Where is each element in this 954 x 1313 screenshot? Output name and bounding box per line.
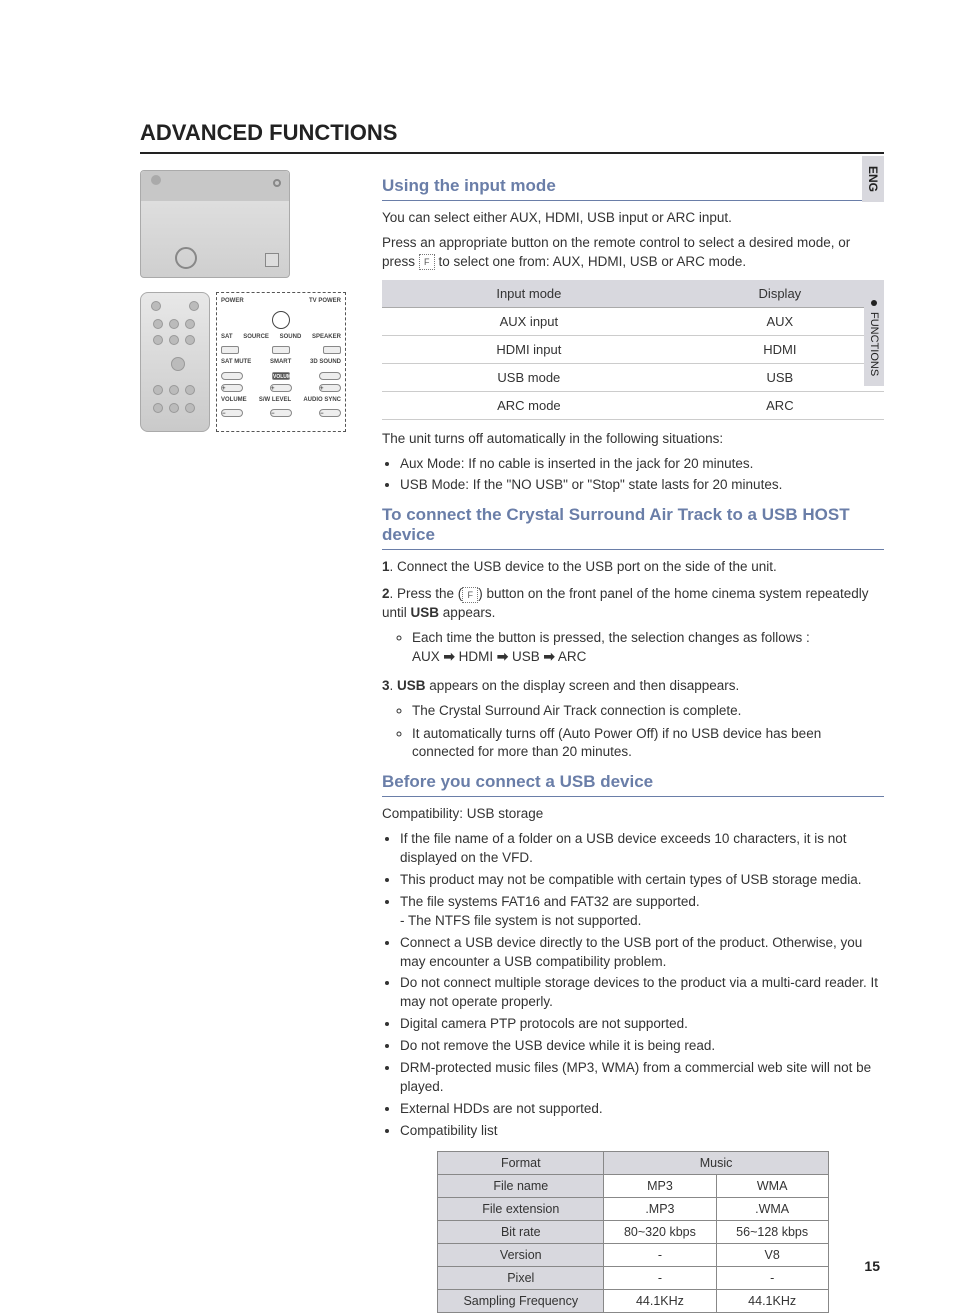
function-button-icon: F: [462, 587, 478, 603]
list-item: DRM-protected music files (MP3, WMA) fro…: [400, 1059, 884, 1097]
table-row: Bit rate80~320 kbps56~128 kbps: [438, 1220, 829, 1243]
table-row: Sampling Frequency44.1KHz44.1KHz: [438, 1289, 829, 1312]
page-title: ADVANCED FUNCTIONS: [140, 120, 884, 154]
list-item: It automatically turns off (Auto Power O…: [412, 725, 884, 763]
language-tab: ENG: [862, 156, 884, 202]
usb-host-steps: 1. Connect the USB device to the USB por…: [382, 558, 884, 762]
input-mode-para1: You can select either AUX, HDMI, USB inp…: [382, 209, 884, 228]
remote-label-swlevel: S/W LEVEL: [259, 396, 291, 406]
remote-label-power: POWER: [221, 297, 244, 307]
remote-label-tvpower: TV POWER: [309, 297, 341, 307]
soundbar-illustration: [140, 170, 290, 278]
remote-label-speaker: SPEAKER: [312, 333, 341, 343]
remote-label-audiosync: AUDIO SYNC: [303, 396, 341, 406]
step-2: 2. Press the (F) button on the front pan…: [382, 585, 884, 667]
compat-th-format: Format: [438, 1151, 604, 1174]
list-item: Digital camera PTP protocols are not sup…: [400, 1015, 884, 1034]
remote-label-satmute: SAT MUTE: [221, 358, 251, 368]
compat-th-music: Music: [604, 1151, 828, 1174]
table-row: USB modeUSB: [382, 363, 884, 391]
list-item: If the file name of a folder on a USB de…: [400, 830, 884, 868]
list-item: Each time the button is pressed, the sel…: [412, 629, 884, 667]
step-3: 3. USB appears on the display screen and…: [382, 677, 884, 763]
remote-label-source: SOURCE: [243, 333, 269, 343]
remote-label-volume: VOLUME: [221, 396, 247, 406]
table-row: Version-V8: [438, 1243, 829, 1266]
before-usb-list: If the file name of a folder on a USB de…: [382, 830, 884, 1140]
list-item: The Crystal Surround Air Track connectio…: [412, 702, 884, 721]
compatibility-table: Format Music File nameMP3WMA File extens…: [437, 1151, 829, 1313]
table-row: ARC modeARC: [382, 391, 884, 419]
input-mode-th-display: Display: [676, 280, 884, 308]
auto-off-list: Aux Mode: If no cable is inserted in the…: [382, 455, 884, 496]
list-item: Do not remove the USB device while it is…: [400, 1037, 884, 1056]
list-item: This product may not be compatible with …: [400, 871, 884, 890]
auto-off-intro: The unit turns off automatically in the …: [382, 430, 884, 449]
power-icon: [272, 311, 290, 329]
remote-label-3dsound: 3D SOUND: [310, 358, 341, 368]
page-number: 15: [864, 1258, 880, 1274]
compat-intro: Compatibility: USB storage: [382, 805, 884, 824]
heading-before-usb: Before you connect a USB device: [382, 772, 884, 797]
section-tab: FUNCTIONS: [864, 290, 884, 386]
input-mode-th-mode: Input mode: [382, 280, 676, 308]
list-item: The file systems FAT16 and FAT32 are sup…: [400, 893, 884, 931]
remote-label-sat: SAT: [221, 333, 233, 343]
step-1: 1. Connect the USB device to the USB por…: [382, 558, 884, 577]
left-column: POWER TV POWER SAT SOURCE SOUND SPEAKER S…: [140, 170, 350, 1313]
main-content: Using the input mode You can select eith…: [382, 170, 884, 1313]
heading-input-mode: Using the input mode: [382, 176, 884, 201]
input-mode-table: Input mode Display AUX inputAUX HDMI inp…: [382, 280, 884, 420]
table-row: File extension.MP3.WMA: [438, 1197, 829, 1220]
heading-usb-host: To connect the Crystal Surround Air Trac…: [382, 505, 884, 550]
remote-label-smart: SMART: [270, 358, 291, 368]
input-mode-para2: Press an appropriate button on the remot…: [382, 234, 884, 272]
list-item: External HDDs are not supported.: [400, 1100, 884, 1119]
table-row: Pixel--: [438, 1266, 829, 1289]
function-button-icon: F: [419, 254, 435, 270]
list-item: Compatibility list: [400, 1122, 884, 1141]
table-row: HDMI inputHDMI: [382, 335, 884, 363]
list-item: Aux Mode: If no cable is inserted in the…: [400, 455, 884, 474]
list-item: Do not connect multiple storage devices …: [400, 974, 884, 1012]
list-item: Connect a USB device directly to the USB…: [400, 934, 884, 972]
remote-label-sound: SOUND: [280, 333, 302, 343]
remote-illustration: POWER TV POWER SAT SOURCE SOUND SPEAKER S…: [140, 292, 350, 432]
list-item: USB Mode: If the "NO USB" or "Stop" stat…: [400, 476, 884, 495]
dot-icon: [871, 300, 877, 306]
table-row: File nameMP3WMA: [438, 1174, 829, 1197]
table-row: AUX inputAUX: [382, 307, 884, 335]
